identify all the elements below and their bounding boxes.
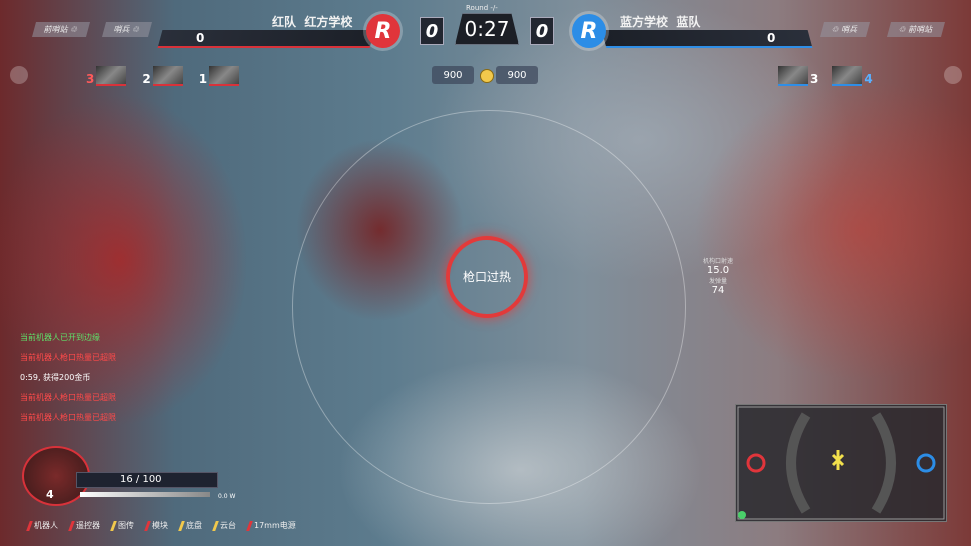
red-score: 0: [420, 17, 444, 45]
status-icon: [144, 520, 151, 531]
module-status-bar: 机器人 遥控器 图传 模块 底盘 云台 17mm电源: [26, 520, 296, 531]
tab-label: 哨兵 ♲: [112, 25, 141, 34]
blue-school-name: 蓝方学校: [620, 15, 669, 29]
robot-number: 2: [142, 72, 151, 86]
status-label: 云台: [220, 521, 236, 530]
blue-robot-item: 3: [778, 66, 818, 86]
robot-thumbnail: [832, 66, 863, 86]
blue-team-label: 蓝队: [676, 15, 701, 29]
status-label: 图传: [118, 521, 134, 530]
player-level: 4: [46, 488, 54, 501]
status-icon: [26, 520, 33, 531]
status-item-gimbal: 云台: [212, 520, 236, 531]
robot-thumbnail: [96, 66, 127, 86]
robot-number: 3: [810, 72, 819, 86]
status-item-video: 图传: [110, 520, 134, 531]
tab-label: 前哨站 ♲: [42, 25, 79, 34]
red-team-logo: R: [366, 14, 400, 48]
status-label: 机器人: [34, 521, 58, 530]
coin-icon: [480, 69, 494, 83]
minimap-map: [737, 406, 945, 520]
match-timer: 0:27: [455, 13, 519, 45]
tab-outpost-blue[interactable]: ♲ 前哨站: [886, 22, 945, 37]
blue-base-hp: 0: [767, 31, 776, 45]
power-bar: [80, 492, 210, 497]
power-readout: 0.0 W: [218, 493, 236, 500]
status-icon: [178, 520, 185, 531]
robot-number: 3: [86, 72, 95, 86]
status-icon: [246, 520, 253, 531]
blue-team-logo: R: [572, 14, 606, 48]
robot-thumbnail: [209, 66, 240, 86]
status-icon: [68, 520, 75, 531]
status-icon: [212, 520, 219, 531]
log-message: 当前机器人枪口热量已超限: [20, 393, 116, 402]
red-school-name: 红方学校: [304, 15, 353, 29]
blue-score: 0: [530, 17, 554, 45]
status-label: 遥控器: [76, 521, 100, 530]
tab-label: ♲ 哨兵: [830, 25, 859, 34]
robot-thumbnail: [778, 66, 808, 86]
red-coins: 900: [432, 66, 474, 84]
fire-stats: 机构口射速 15.0 发弹量 74: [698, 256, 738, 296]
status-item-power: 17mm电源: [246, 520, 296, 531]
blue-coins: 900: [496, 66, 538, 84]
log-message: 当前机器人枪口热量已超限: [20, 413, 116, 422]
stat-value: 74: [711, 285, 725, 296]
logo-letter: R: [580, 18, 598, 44]
status-icon: [110, 520, 117, 531]
robot-number: 1: [198, 72, 208, 86]
stat-value: 15.0: [706, 265, 730, 276]
red-base-hp-bar: [157, 30, 375, 48]
status-item-robot: 机器人: [26, 520, 58, 531]
blue-robot-list: 3 4: [778, 66, 873, 86]
red-team-label: 红队: [272, 15, 297, 29]
settings-icon-left[interactable]: [10, 66, 28, 84]
blue-robot-item: 4: [832, 66, 873, 86]
tab-outpost-red[interactable]: 前哨站 ♲: [31, 22, 90, 37]
logo-letter: R: [374, 18, 392, 44]
minimap[interactable]: [735, 404, 947, 522]
red-robot-item: 3: [86, 66, 127, 86]
blue-team-title: 蓝方学校 蓝队: [620, 13, 700, 30]
tab-sentry-red[interactable]: 哨兵 ♲: [101, 22, 152, 37]
status-item-module: 模块: [144, 520, 168, 531]
round-label: Round -/-: [466, 4, 498, 12]
status-label: 底盘: [186, 521, 202, 530]
player-hp-text: 16 / 100: [120, 474, 162, 485]
status-item-chassis: 底盘: [178, 520, 202, 531]
red-robot-item: 2: [142, 66, 183, 86]
log-message: 当前机器人已开到边缘: [20, 333, 100, 342]
red-robot-list: 3 2 1: [86, 66, 240, 86]
status-item-remote: 遥控器: [68, 520, 100, 531]
status-label: 17mm电源: [254, 521, 296, 530]
red-team-title: 红队 红方学校: [272, 13, 352, 30]
settings-icon-right[interactable]: [944, 66, 962, 84]
overheat-warning: 枪口过热: [462, 270, 511, 284]
red-robot-item: 1: [198, 66, 240, 86]
tab-label: ♲ 前哨站: [897, 25, 934, 34]
status-label: 模块: [152, 521, 168, 530]
robot-number: 4: [864, 72, 873, 86]
red-base-hp: 0: [196, 31, 205, 45]
robot-thumbnail: [152, 66, 183, 86]
stat-label: 机构口射速: [702, 258, 733, 265]
message-log: 当前机器人已开到边缘 当前机器人枪口热量已超限 0:59, 获得200金币 当前…: [20, 328, 116, 428]
log-message: 0:59, 获得200金币: [20, 373, 91, 382]
blue-base-hp-bar: [601, 30, 813, 48]
stat-label: 发弹量: [708, 278, 727, 285]
tab-sentry-blue[interactable]: ♲ 哨兵: [819, 22, 870, 37]
log-message: 当前机器人枪口热量已超限: [20, 353, 116, 362]
